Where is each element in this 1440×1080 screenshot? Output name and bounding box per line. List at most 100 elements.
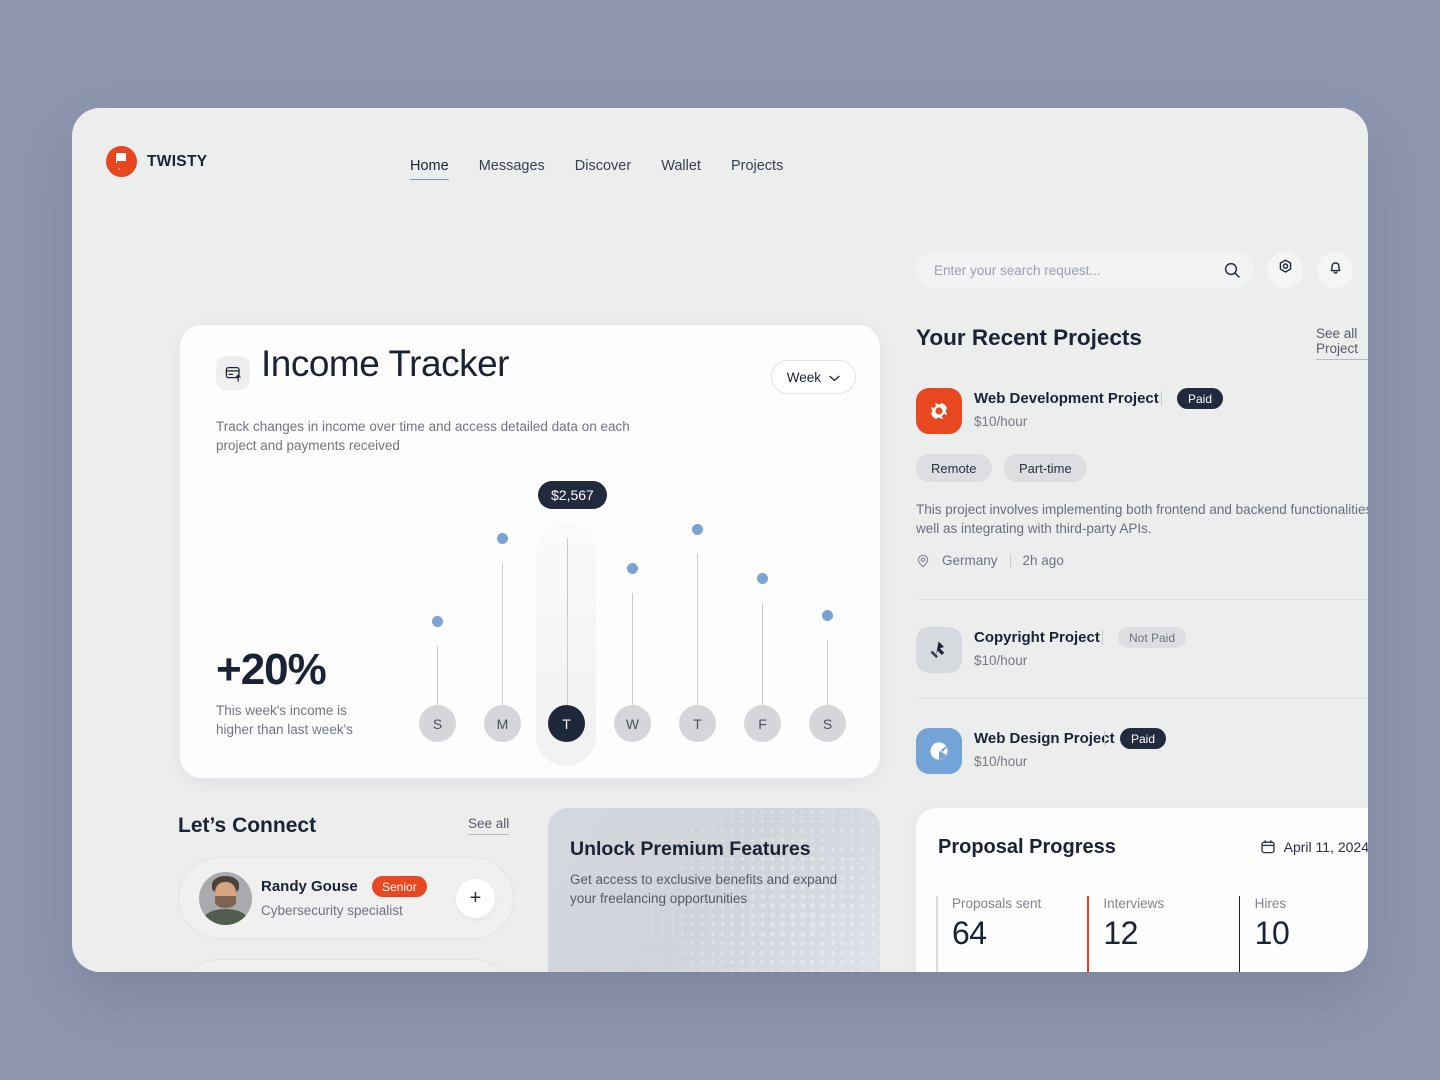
chart-stem <box>826 640 828 713</box>
plus-icon: + <box>469 887 482 909</box>
notifications-button[interactable] <box>1317 252 1353 288</box>
proposal-metric-proposals-sent: Proposals sent 64 <box>936 896 1087 972</box>
divider <box>1009 553 1011 568</box>
chart-day-t2[interactable]: T <box>679 705 716 742</box>
see-all-projects-link[interactable]: See all Project <box>1316 326 1368 360</box>
chart-stem <box>436 646 438 713</box>
list-item-person[interactable]: Giana Schleifer Middle UX/UI Designer + <box>178 959 514 972</box>
income-change-percent: +20% <box>216 645 327 694</box>
divider <box>1102 630 1103 645</box>
person-role: Cybersecurity specialist <box>261 903 403 918</box>
proposal-progress-chart: Proposals sent 64 Interviews 12 Hires 10 <box>936 896 1368 972</box>
project-rate: $10/hour <box>974 754 1028 769</box>
status-badge: Paid <box>1120 728 1167 749</box>
search-bar <box>916 252 1253 288</box>
chart-day-m[interactable]: M <box>484 705 521 742</box>
logo-swirl-shape <box>116 153 126 170</box>
nav-item-discover[interactable]: Discover <box>575 158 631 180</box>
avatar <box>199 872 252 925</box>
proposal-metric-hires: Hires 10 <box>1238 896 1368 972</box>
project-rate: $10/hour <box>974 653 1028 668</box>
project-row-copyright[interactable]: Copyright Project Not Paid $10/hour <box>916 627 1368 673</box>
project-time: 2h ago <box>1022 553 1064 568</box>
column-rule <box>936 896 938 972</box>
income-tracker-card: Income Tracker Track changes in income o… <box>180 325 880 778</box>
proposal-progress-title: Proposal Progress <box>938 836 1116 858</box>
project-row-web-development[interactable]: Web Development Project Paid $10/hour <box>916 388 1368 434</box>
tag-label: Remote <box>931 460 977 476</box>
project-description: This project involves implementing both … <box>916 502 1368 536</box>
project-location: Germany <box>942 553 998 568</box>
download-arrow-icon <box>916 627 962 673</box>
divider <box>1104 731 1105 746</box>
metric-value: 12 <box>1103 915 1138 951</box>
metric-value: 64 <box>952 915 987 951</box>
project-tag-remote[interactable]: Remote <box>916 454 992 482</box>
chart-day-w[interactable]: W <box>614 705 651 742</box>
chart-stem <box>501 563 503 713</box>
brand-name: TWISTY <box>147 152 208 170</box>
divider <box>1161 391 1162 406</box>
divider <box>916 599 1368 600</box>
chart-point[interactable] <box>627 563 638 574</box>
search-input[interactable] <box>916 252 1253 288</box>
status-badge: Not Paid <box>1118 627 1187 648</box>
premium-subtitle: Get access to exclusive benefits and exp… <box>570 872 838 906</box>
chart-stem <box>761 603 763 713</box>
proposal-date-label: April 11, 2024 <box>1283 839 1368 855</box>
target-icon <box>1277 259 1294 281</box>
brand-logo[interactable]: TWISTY <box>106 146 207 177</box>
premium-title: Unlock Premium Features <box>570 838 811 860</box>
proposal-metric-interviews: Interviews 12 <box>1087 896 1238 972</box>
chart-point[interactable] <box>497 533 508 544</box>
nav-item-home[interactable]: Home <box>410 158 449 180</box>
metric-label: Hires <box>1254 896 1287 911</box>
app-window: TWISTY Home Messages Discover Wallet Pro… <box>72 108 1368 972</box>
target-button[interactable] <box>1267 252 1303 288</box>
list-item-person[interactable]: Randy Gouse Senior Cybersecurity special… <box>178 857 514 939</box>
project-rate: $10/hour <box>974 414 1028 429</box>
proposal-progress-card: Proposal Progress April 11, 2024 Proposa… <box>916 808 1368 972</box>
chart-stem <box>696 554 698 713</box>
nav-item-messages[interactable]: Messages <box>479 158 545 180</box>
add-connection-button[interactable]: + <box>456 879 495 918</box>
nav-item-wallet[interactable]: Wallet <box>661 158 701 180</box>
status-badge: Paid <box>1177 388 1224 409</box>
project-meta: Germany 2h ago <box>916 553 1064 568</box>
chart-tooltip: $2,567 <box>538 481 607 509</box>
chart-point[interactable] <box>432 616 443 627</box>
see-all-connections-link[interactable]: See all <box>468 816 510 835</box>
metric-value: 10 <box>1254 915 1290 951</box>
person-level-badge: Senior <box>372 876 427 897</box>
chart-day-s2[interactable]: S <box>809 705 846 742</box>
person-name: Randy Gouse <box>261 878 358 895</box>
column-rule <box>1238 896 1241 972</box>
recent-projects-title: Your Recent Projects <box>916 325 1142 350</box>
nav-item-projects[interactable]: Projects <box>731 158 783 180</box>
calendar-icon <box>1260 839 1276 855</box>
proposal-date-selector[interactable]: April 11, 2024 <box>1260 839 1368 855</box>
twisty-logo-icon <box>106 146 137 177</box>
project-name: Copyright Project <box>974 629 1100 646</box>
project-row-web-design[interactable]: Web Design Project Paid $10/hour <box>916 728 1368 774</box>
bell-icon <box>1327 259 1344 281</box>
chart-point[interactable] <box>757 573 768 584</box>
chart-day-f[interactable]: F <box>744 705 781 742</box>
chart-point[interactable] <box>822 610 833 621</box>
chart-stem <box>631 593 633 713</box>
top-navigation-bar: TWISTY Home Messages Discover Wallet Pro… <box>72 108 1368 288</box>
chart-day-t1[interactable]: T <box>548 705 585 742</box>
tag-label: Part-time <box>1019 460 1072 476</box>
chart-point[interactable] <box>692 524 703 535</box>
pie-chart-icon <box>916 728 962 774</box>
metric-label: Proposals sent <box>952 896 1042 911</box>
search-icon[interactable] <box>1223 261 1241 279</box>
chart-day-s1[interactable]: S <box>419 705 456 742</box>
income-change-caption: This week's income is higher than last w… <box>216 703 353 737</box>
column-rule <box>1087 896 1089 972</box>
divider <box>916 698 1368 699</box>
project-tag-parttime[interactable]: Part-time <box>1004 454 1087 482</box>
metric-label: Interviews <box>1103 896 1165 911</box>
lets-connect-title: Let’s Connect <box>178 814 317 837</box>
project-name: Web Design Project <box>974 730 1115 747</box>
